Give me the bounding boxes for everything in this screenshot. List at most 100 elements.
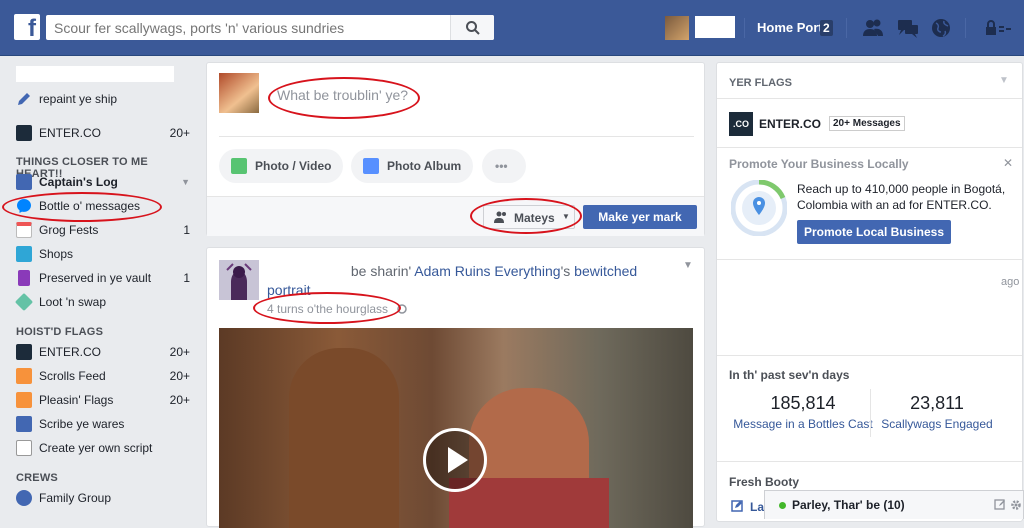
pages-feed-icon <box>16 368 32 384</box>
page-shortcut-enterco[interactable]: ENTER.CO 20+ <box>16 124 196 142</box>
group-icon <box>16 490 32 506</box>
nav-item-create-page[interactable]: Create yer own script <box>16 439 196 457</box>
play-icon <box>448 447 468 473</box>
post-timestamp[interactable]: 4 turns o'the hourglass <box>267 302 388 316</box>
messages-icon[interactable] <box>897 17 919 39</box>
stat-label[interactable]: Message in a Bottles Cast <box>733 417 873 432</box>
nav-item-family-group[interactable]: Family Group <box>16 489 196 507</box>
more-options-button[interactable]: ••• <box>482 149 526 183</box>
search-input[interactable] <box>54 15 444 40</box>
nav-item-create-ad[interactable]: Scribe ye wares <box>16 415 196 433</box>
profile-name-redacted[interactable] <box>16 66 174 82</box>
photo-album-button[interactable]: Photo Album <box>351 149 473 183</box>
edit-profile-label: repaint ye ship <box>39 92 118 106</box>
nav-item-events[interactable]: Grog Fests 1 <box>16 221 196 239</box>
play-button[interactable] <box>423 428 487 492</box>
nav-item-count: 20+ <box>169 393 190 407</box>
chat-bar[interactable]: Parley, Thar' be (10) <box>764 490 1024 519</box>
your-page-name[interactable]: ENTER.CO <box>759 117 821 131</box>
stat-messages[interactable]: 185,814 Message in a Bottles Cast <box>733 393 873 432</box>
fresh-booty-header: Fresh Booty <box>729 475 800 489</box>
enterco-logo-icon[interactable]: .CO <box>729 112 753 136</box>
fresh-booty-item[interactable]: La <box>750 500 764 514</box>
chevron-down-icon[interactable]: ▼ <box>999 75 1009 86</box>
news-feed-icon <box>16 174 32 190</box>
photo-video-button[interactable]: Photo / Video <box>219 149 343 183</box>
audience-globe-icon <box>397 304 407 314</box>
stat-value: 23,811 <box>910 393 964 413</box>
location-pin-icon <box>731 180 787 236</box>
nav-item-label: Family Group <box>39 491 112 505</box>
gear-icon[interactable] <box>1010 499 1022 511</box>
stat-people-engaged[interactable]: 23,811 Scallywags Engaged <box>867 393 1007 432</box>
nav-item-messages[interactable]: Bottle o' messages <box>16 197 196 215</box>
enterco-logo-icon <box>16 125 32 141</box>
friend-requests-icon[interactable] <box>862 17 884 39</box>
nav-item-news-feed[interactable]: Captain's Log ▼ <box>16 173 196 191</box>
section-groups: CREWS <box>16 472 58 484</box>
post-video[interactable] <box>219 328 693 528</box>
right-column: YER FLAGS ▼ .CO ENTER.CO 20+ Messages Pr… <box>716 62 1023 522</box>
post-object-link[interactable]: bewitched <box>574 263 637 279</box>
edit-icon[interactable] <box>731 500 743 512</box>
nav-item-page-enterco[interactable]: ENTER.CO 20+ <box>16 343 196 361</box>
nav-item-liked-pages[interactable]: Pleasin' Flags 20+ <box>16 391 196 409</box>
promo-title: Promote Your Business Locally <box>729 157 909 171</box>
nav-item-count: 20+ <box>169 345 190 359</box>
divider <box>717 355 1022 356</box>
more-icon: ••• <box>495 159 508 173</box>
search-icon <box>466 21 480 35</box>
nav-item-label: Preserved in ye vault <box>39 271 152 285</box>
nav-item-label: Scribe ye wares <box>39 417 125 431</box>
promote-local-business-button[interactable]: Promote Local Business <box>797 220 951 244</box>
chevron-down-icon[interactable]: ▼ <box>683 260 693 271</box>
page-shortcut-count: 20+ <box>169 126 190 140</box>
nav-item-label: Grog Fests <box>39 223 99 237</box>
messenger-icon <box>17 199 31 213</box>
create-page-icon <box>16 440 32 456</box>
post-action-text: be sharin' <box>350 263 412 279</box>
notifications-globe-icon[interactable] <box>930 17 952 39</box>
composer-input[interactable]: What be troublin' ye? <box>277 87 408 103</box>
chevron-down-icon[interactable]: ▼ <box>181 177 190 187</box>
close-icon[interactable]: ✕ <box>1003 156 1013 170</box>
post-page-link[interactable]: Adam Ruins Everything <box>414 263 560 279</box>
time-ago-text: ago <box>1001 276 1020 288</box>
nav-item-saved[interactable]: Preserved in ye vault 1 <box>16 269 196 287</box>
facebook-logo-icon[interactable]: f <box>14 14 40 40</box>
home-link[interactable]: Home Port <box>757 20 823 35</box>
post-composer: What be troublin' ye? Photo / Video Phot… <box>206 62 705 236</box>
page-shortcut-label: ENTER.CO <box>39 126 102 140</box>
profile-avatar[interactable] <box>665 16 689 40</box>
profile-name-redacted[interactable] <box>695 16 735 38</box>
nav-item-buy-sell[interactable]: Loot 'n swap <box>14 292 196 312</box>
video-figure-left <box>289 348 399 528</box>
divider <box>219 136 694 137</box>
nav-item-label: Bottle o' messages <box>39 199 141 213</box>
audience-label: Mateys <box>514 211 555 225</box>
calendar-icon <box>16 222 32 238</box>
audience-selector[interactable]: Mateys ▼ <box>483 205 575 229</box>
composer-footer: Mateys ▼ Make yer mark <box>207 196 704 236</box>
stat-value: 185,814 <box>770 393 836 413</box>
post-button[interactable]: Make yer mark <box>583 205 697 229</box>
nav-item-pages-feed[interactable]: Scrolls Feed 20+ <box>16 367 196 385</box>
post-author-avatar[interactable] <box>219 260 259 300</box>
pencil-icon <box>18 93 30 105</box>
divider <box>965 18 966 38</box>
search-button[interactable] <box>450 15 494 40</box>
your-pages-header: YER FLAGS <box>729 77 792 89</box>
stat-label[interactable]: Scallywags Engaged <box>867 417 1007 432</box>
divider <box>846 18 847 38</box>
nav-item-label: Scrolls Feed <box>39 369 106 383</box>
divider <box>744 18 745 38</box>
compose-message-icon[interactable] <box>994 499 1006 511</box>
top-bar: f Home Port 2 <box>0 0 1024 56</box>
privacy-shortcuts-icon[interactable] <box>983 17 1013 39</box>
edit-profile-link[interactable]: repaint ye ship <box>16 90 196 108</box>
post-object-link-2[interactable]: portrait <box>267 282 311 298</box>
bar-chart-icon <box>16 416 32 432</box>
friends-icon <box>494 211 506 223</box>
messages-badge[interactable]: 20+ Messages <box>829 116 905 131</box>
nav-item-shops[interactable]: Shops <box>16 245 196 263</box>
